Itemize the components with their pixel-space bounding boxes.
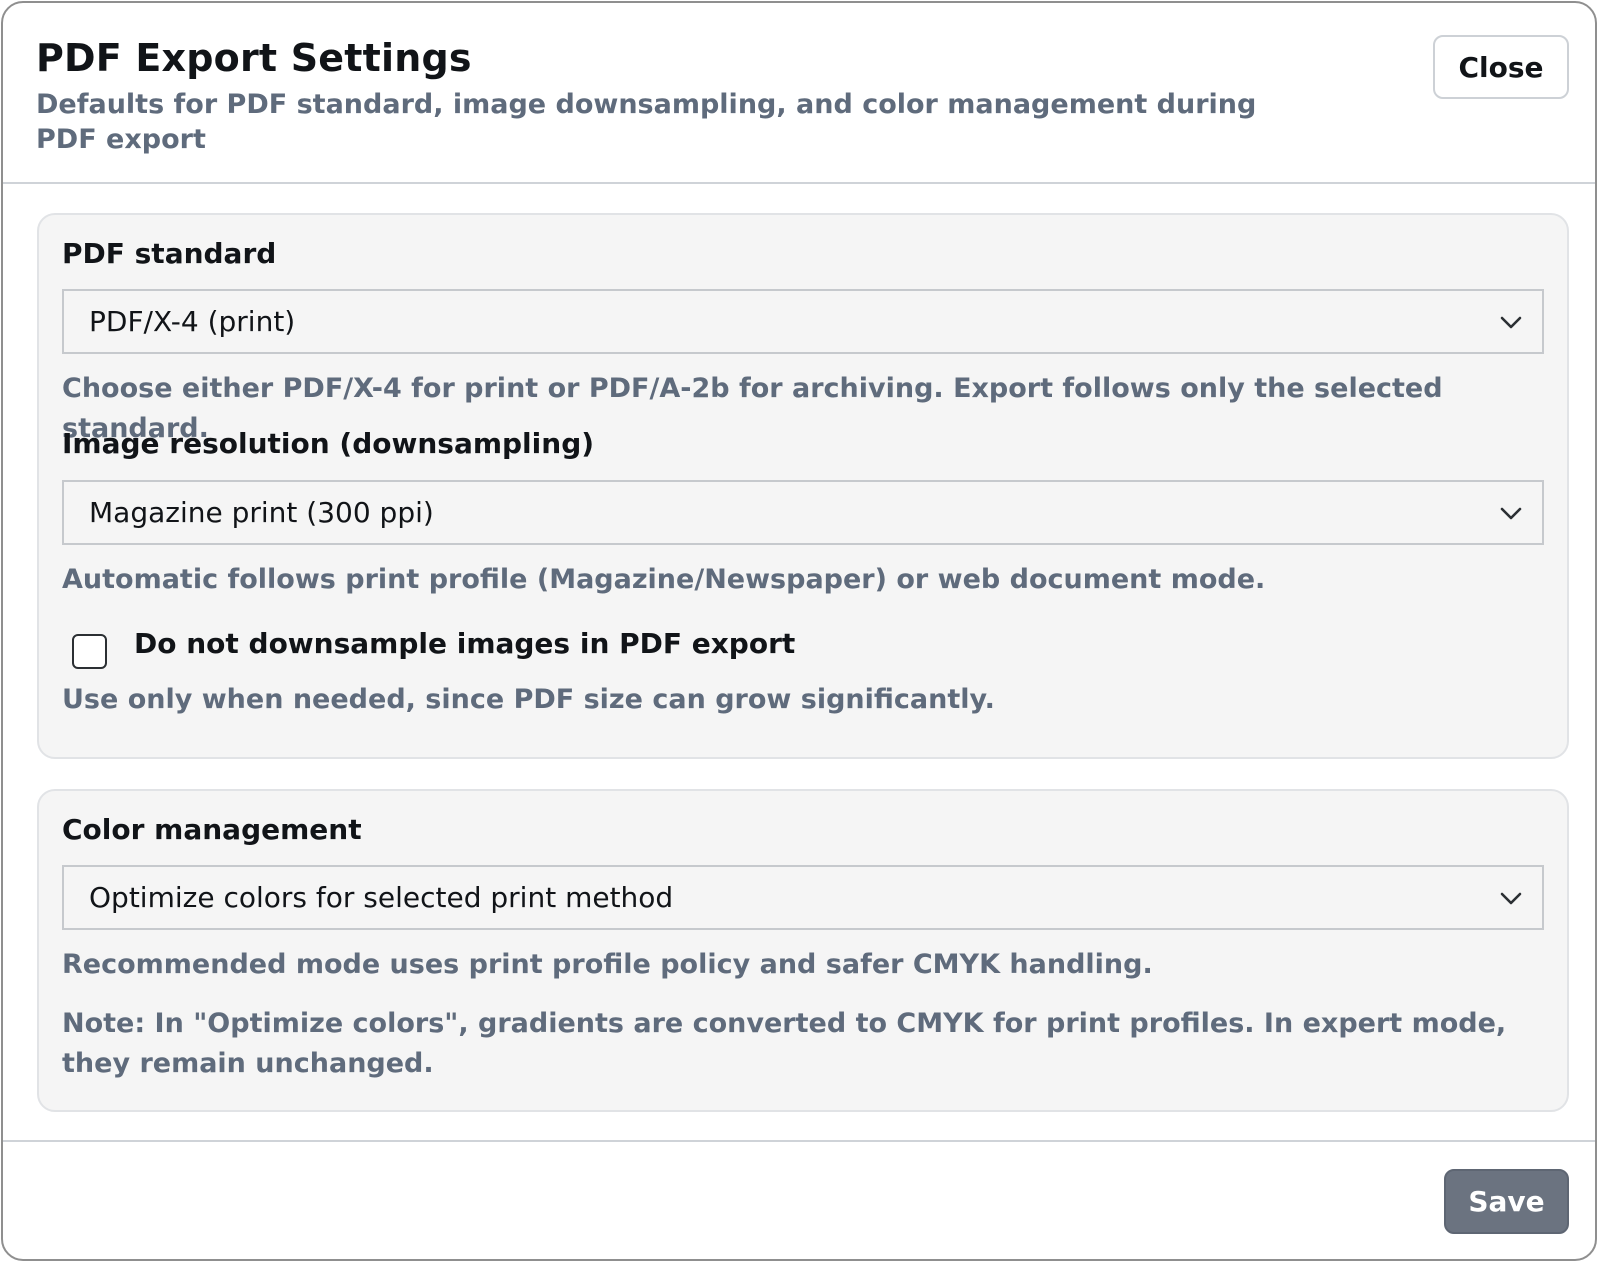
chevron-down-icon	[1500, 507, 1522, 520]
color-management-select[interactable]: Optimize colors for selected print metho…	[62, 865, 1544, 930]
pdf-standard-select[interactable]: PDF/X-4 (print)	[62, 289, 1544, 354]
close-button[interactable]: Close	[1433, 35, 1569, 99]
pdf-standard-value: PDF/X-4 (print)	[89, 305, 296, 338]
dialog-subtitle: Defaults for PDF standard, image downsam…	[36, 89, 1257, 155]
chevron-down-icon	[1500, 316, 1522, 329]
no-downsample-hint: Use only when needed, since PDF size can…	[62, 684, 995, 715]
image-resolution-label: Image resolution (downsampling)	[62, 427, 595, 460]
color-management-note: Note: In "Optimize colors", gradients ar…	[62, 1008, 1507, 1079]
no-downsample-label[interactable]: Do not downsample images in PDF export	[134, 627, 795, 660]
chevron-down-icon	[1500, 892, 1522, 905]
no-downsample-checkbox[interactable]	[72, 634, 107, 669]
pdf-and-image-section: PDF standard PDF/X-4 (print) Choose eith…	[37, 213, 1569, 759]
pdf-export-settings-dialog: PDF Export Settings Defaults for PDF sta…	[1, 1, 1597, 1261]
dialog-title: PDF Export Settings	[36, 36, 472, 80]
dialog-header: PDF Export Settings Defaults for PDF sta…	[3, 3, 1595, 184]
color-management-hint: Recommended mode uses print profile poli…	[62, 949, 1153, 980]
color-management-value: Optimize colors for selected print metho…	[89, 881, 674, 914]
pdf-standard-label: PDF standard	[62, 237, 277, 270]
image-resolution-hint: Automatic follows print profile (Magazin…	[62, 564, 1266, 595]
image-resolution-select[interactable]: Magazine print (300 ppi)	[62, 480, 1544, 545]
color-management-section: Color management Optimize colors for sel…	[37, 789, 1569, 1112]
save-button[interactable]: Save	[1444, 1169, 1569, 1234]
footer-divider	[3, 1140, 1595, 1142]
image-resolution-value: Magazine print (300 ppi)	[89, 496, 434, 529]
color-management-label: Color management	[62, 813, 362, 846]
